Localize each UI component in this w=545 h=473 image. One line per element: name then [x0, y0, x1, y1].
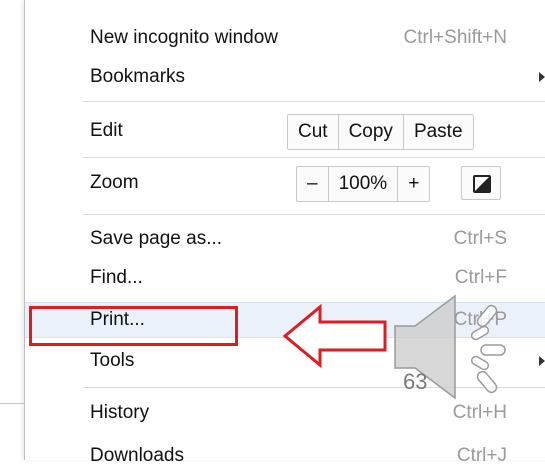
paste-button[interactable]: Paste [403, 115, 473, 149]
cut-button[interactable]: Cut [288, 115, 339, 149]
fullscreen-button[interactable] [461, 166, 501, 200]
red-arrow-icon [282, 303, 387, 369]
menu-item-label: Find... [90, 267, 143, 288]
menu-item-label: Edit [90, 120, 123, 141]
menu-item-save-page-as[interactable]: Save page as... Ctrl+S [25, 222, 545, 256]
menu-separator [83, 214, 545, 215]
menu-item-bookmarks[interactable]: Bookmarks [25, 60, 545, 94]
zoom-out-button[interactable]: – [297, 167, 329, 201]
zoom-level: 100% [328, 167, 399, 201]
copy-button[interactable]: Copy [338, 115, 404, 149]
fullscreen-icon [473, 175, 491, 193]
menu-separator [83, 157, 545, 158]
zoom-button-group: – 100% + [296, 166, 431, 202]
menu-item-label: Zoom [90, 172, 139, 193]
submenu-arrow-icon [539, 356, 545, 366]
menu-item-label: New incognito window [90, 27, 278, 48]
menu-item-label: Bookmarks [90, 66, 186, 87]
edit-button-group: Cut Copy Paste [287, 114, 474, 150]
background-page [0, 0, 28, 451]
zoom-in-button[interactable]: + [398, 167, 430, 201]
menu-item-find[interactable]: Find... Ctrl+F [25, 261, 545, 295]
menu-item-downloads[interactable]: Downloads Ctrl+J [25, 439, 545, 473]
menu-item-edit: Edit Cut Copy Paste [25, 114, 545, 150]
menu-item-new-incognito-window[interactable]: New incognito window Ctrl+Shift+N [25, 21, 545, 55]
slide-page-number: 63 [403, 369, 428, 394]
submenu-arrow-icon [539, 72, 545, 82]
menu-item-shortcut: Ctrl+J [456, 445, 507, 466]
menu-separator [83, 101, 545, 102]
print-highlight-box [29, 306, 238, 346]
menu-item-shortcut: Ctrl+Shift+N [403, 27, 507, 48]
menu-item-zoom: Zoom – 100% + [25, 166, 545, 202]
menu-item-label: Downloads [90, 445, 184, 466]
menu-item-shortcut: Ctrl+F [454, 267, 507, 288]
menu-item-label: Tools [90, 350, 135, 371]
menu-item-shortcut: Ctrl+S [453, 228, 507, 249]
menu-item-label: Save page as... [90, 228, 223, 249]
menu-item-label: History [90, 402, 150, 423]
